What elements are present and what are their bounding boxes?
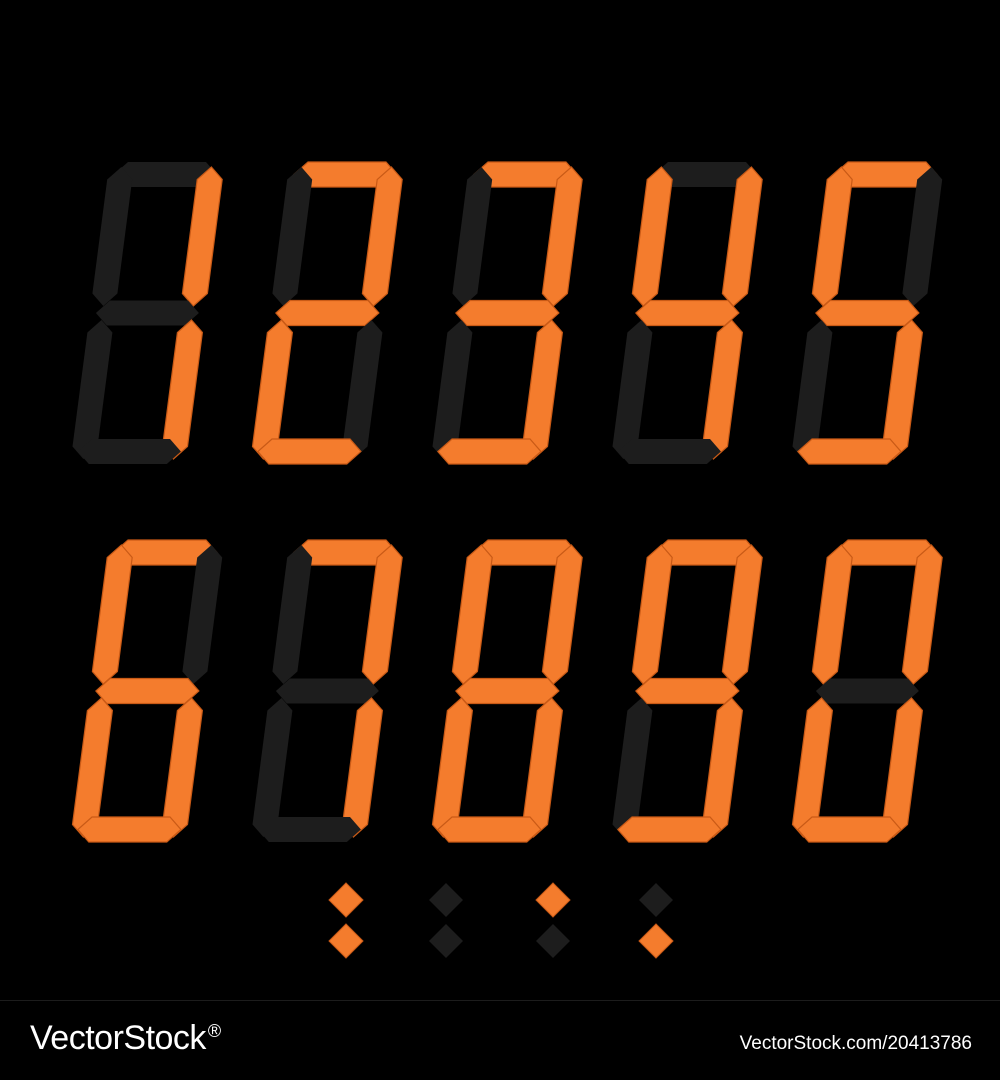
seg-g-middle-lit <box>275 299 380 327</box>
seg-d-bottom-lit <box>437 438 542 465</box>
brand-registered-mark: ® <box>207 1020 221 1041</box>
seg-e-lower-left-lit <box>431 697 474 838</box>
seg-b-upper-right-lit <box>721 544 763 685</box>
seg-g-middle-lit <box>455 677 560 705</box>
digit-0 <box>791 539 943 843</box>
seg-b-upper-right-lit <box>181 166 223 307</box>
dot-top-unlit <box>639 883 673 917</box>
seg-f-upper-left-unlit <box>272 545 313 684</box>
seg-c-lower-right-lit <box>161 697 204 838</box>
seg-d-bottom-lit <box>257 438 362 465</box>
seg-f-upper-left-lit <box>451 544 493 685</box>
seg-b-upper-right-lit <box>361 166 403 307</box>
seg-f-upper-left-lit <box>811 166 853 307</box>
seg-f-upper-left-lit <box>91 544 133 685</box>
brand-logo: VectorStock ® <box>30 1019 221 1058</box>
seg-g-middle-unlit <box>815 678 919 704</box>
seg-e-lower-left-unlit <box>252 698 293 837</box>
digit-9 <box>612 539 763 843</box>
seg-b-upper-right-lit <box>721 166 763 307</box>
seg-e-lower-left-unlit <box>612 698 653 837</box>
dot-bottom-unlit <box>536 924 570 958</box>
seg-c-lower-right-lit <box>701 697 744 838</box>
seg-g-middle-unlit <box>95 300 199 326</box>
digit-1 <box>72 162 223 464</box>
seg-b-upper-right-unlit <box>902 167 943 306</box>
brand-name: VectorStock <box>30 1019 206 1057</box>
seg-f-upper-left-lit <box>631 166 673 307</box>
seg-e-lower-left-unlit <box>612 320 653 459</box>
image-id: VectorStock.com/20413786 <box>739 1033 972 1054</box>
separator-colon-unlit <box>429 883 463 958</box>
seg-c-lower-right-lit <box>521 319 564 460</box>
seg-b-upper-right-lit <box>541 166 583 307</box>
dot-top-unlit <box>429 883 463 917</box>
seg-e-lower-left-unlit <box>432 320 473 459</box>
digit-4 <box>612 162 763 464</box>
seg-d-bottom-lit <box>77 816 182 843</box>
separator-colon-top-lit <box>535 882 571 958</box>
seg-e-lower-left-lit <box>791 697 834 838</box>
seg-d-bottom-unlit <box>617 439 721 464</box>
seg-g-middle-lit <box>635 299 740 327</box>
seg-f-upper-left-unlit <box>92 167 133 306</box>
seg-e-lower-left-unlit <box>72 320 113 459</box>
seg-f-upper-left-unlit <box>272 167 313 306</box>
watermark-bar: VectorStock ® VectorStock.com/20413786 <box>0 1000 1000 1080</box>
digit-8 <box>431 539 583 843</box>
seg-f-upper-left-lit <box>811 544 853 685</box>
seg-g-middle-lit <box>815 299 920 327</box>
seg-e-lower-left-lit <box>71 697 114 838</box>
seg-d-bottom-lit <box>797 438 902 465</box>
seven-segment-display <box>71 161 943 959</box>
seg-d-bottom-unlit <box>77 439 181 464</box>
seg-e-lower-left-unlit <box>792 320 833 459</box>
seg-d-bottom-unlit <box>257 817 361 842</box>
dot-bottom-lit <box>638 923 674 959</box>
seg-g-middle-lit <box>455 299 560 327</box>
seg-c-lower-right-unlit <box>342 320 383 459</box>
dot-top-lit <box>535 882 571 918</box>
seg-c-lower-right-lit <box>161 319 204 460</box>
dot-bottom-lit <box>328 923 364 959</box>
seg-d-bottom-lit <box>437 816 542 843</box>
seg-b-upper-right-lit <box>901 544 943 685</box>
seg-b-upper-right-lit <box>361 544 403 685</box>
digit-2 <box>251 161 403 465</box>
seg-c-lower-right-lit <box>881 697 924 838</box>
seg-f-upper-left-unlit <box>452 167 493 306</box>
digit-3 <box>432 161 583 465</box>
digit-6 <box>71 539 223 843</box>
seg-e-lower-left-lit <box>251 319 294 460</box>
canvas: VectorStock ® VectorStock.com/20413786 <box>0 0 1000 1080</box>
seg-c-lower-right-lit <box>881 319 924 460</box>
seg-g-middle-unlit <box>275 678 379 704</box>
seg-g-middle-lit <box>95 677 200 705</box>
separator-colon-bottom-lit <box>638 883 674 959</box>
seg-b-upper-right-unlit <box>182 545 223 684</box>
digit-5 <box>792 161 943 465</box>
seg-c-lower-right-lit <box>701 319 744 460</box>
separator-colon-lit <box>328 882 364 959</box>
seg-g-middle-lit <box>635 677 740 705</box>
seg-c-lower-right-lit <box>521 697 564 838</box>
dot-bottom-unlit <box>429 924 463 958</box>
seg-b-upper-right-lit <box>541 544 583 685</box>
seg-f-upper-left-lit <box>631 544 673 685</box>
digit-7 <box>252 539 403 842</box>
dot-top-lit <box>328 882 364 918</box>
seg-d-bottom-lit <box>617 816 722 843</box>
seg-c-lower-right-lit <box>341 697 384 838</box>
seg-d-bottom-lit <box>797 816 902 843</box>
